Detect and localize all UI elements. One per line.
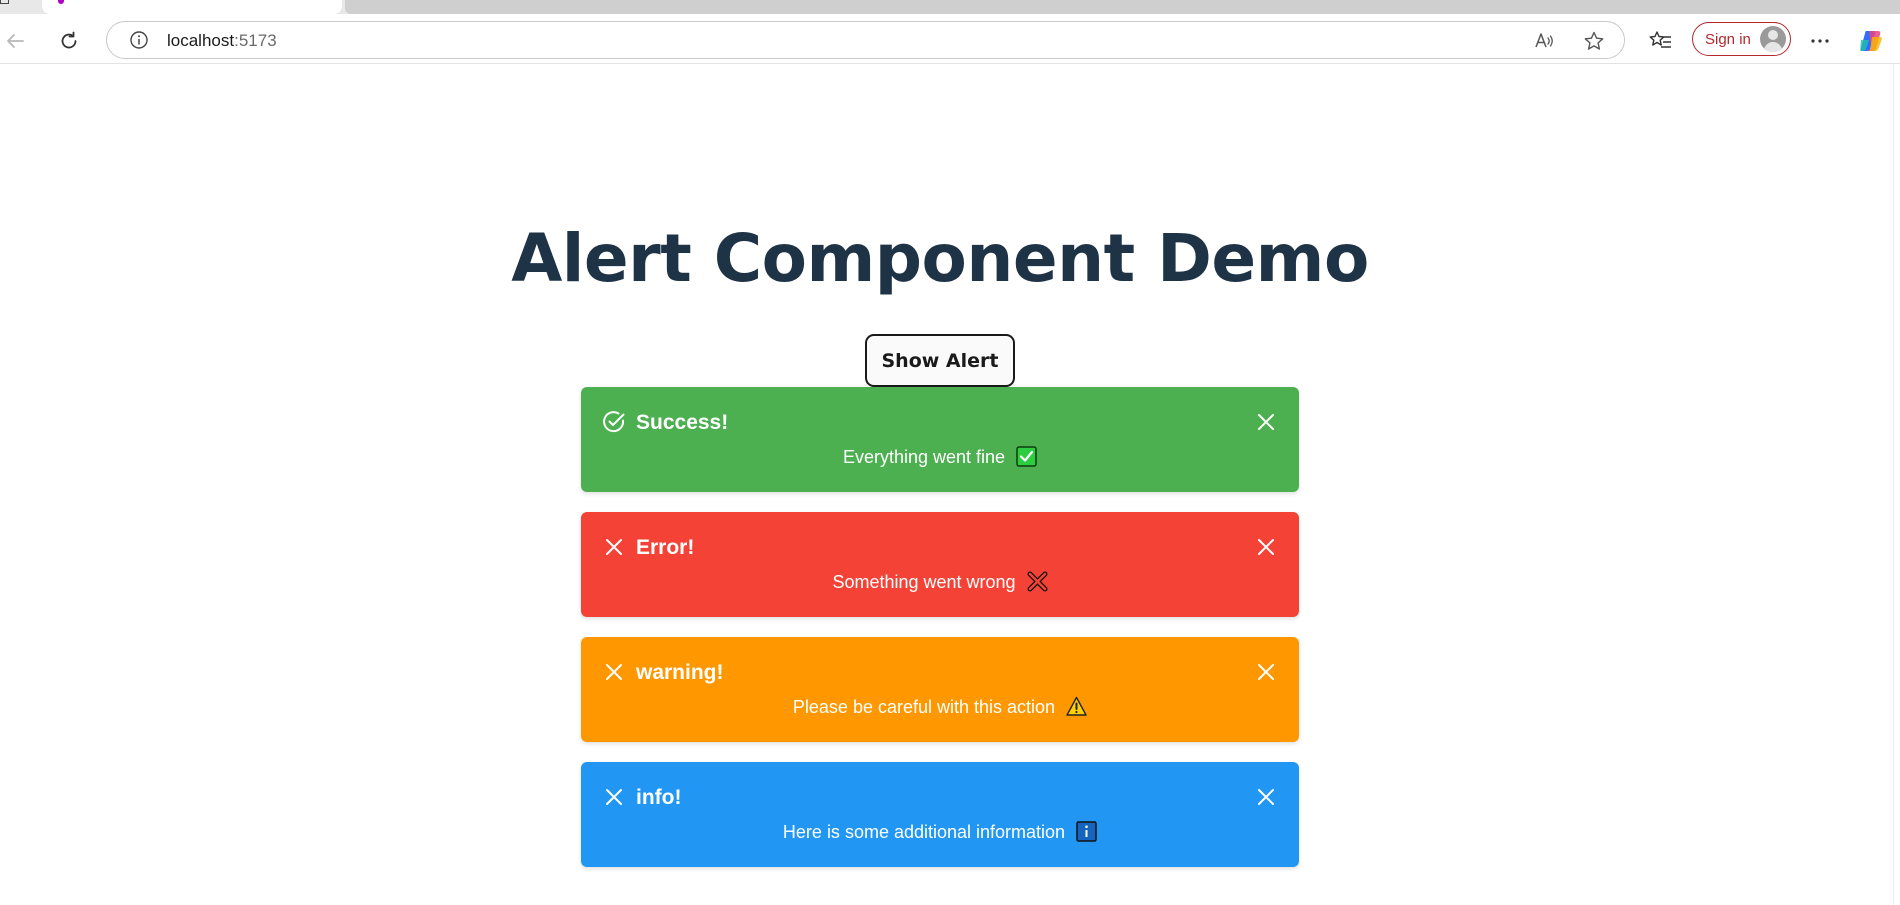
close-icon — [606, 789, 622, 805]
show-alert-button[interactable]: Show Alert — [865, 334, 1015, 387]
address-bar[interactable]: localhost:5173 — [106, 21, 1625, 59]
close-icon[interactable] — [1253, 534, 1279, 560]
read-aloud-button[interactable] — [1532, 29, 1556, 53]
sign-in-button[interactable]: Sign in — [1692, 22, 1791, 56]
alert-warning: warning! Please be careful with this act… — [581, 637, 1299, 742]
tab-inactive[interactable] — [345, 0, 1900, 14]
tab-strip — [0, 0, 1900, 14]
url-text[interactable]: localhost:5173 — [167, 31, 277, 51]
alert-title: Error! — [636, 536, 695, 559]
reload-icon — [61, 31, 77, 49]
alert-message: Here is some additional information — [782, 822, 1066, 842]
read-aloud-icon — [1535, 33, 1553, 48]
tab-actions-icon[interactable] — [0, 0, 9, 4]
alert-title: warning! — [636, 661, 724, 684]
close-icon — [606, 539, 622, 555]
close-icon[interactable] — [1253, 409, 1279, 435]
page-title: Alert Component Demo — [511, 220, 1369, 297]
alert-message: Something went wrong — [832, 572, 1016, 592]
alert-message-row: Everything went fine — [581, 446, 1299, 468]
star-icon — [1584, 31, 1604, 50]
tab-active[interactable] — [42, 0, 342, 14]
alert-success: Success! Everything went fine — [581, 387, 1299, 492]
alert-error: Error! Something went wrong — [581, 512, 1299, 617]
alert-title: Success! — [636, 411, 729, 434]
copilot-button[interactable] — [1856, 26, 1886, 56]
back-button[interactable] — [0, 26, 30, 56]
close-icon — [606, 664, 622, 680]
close-icon[interactable] — [1253, 659, 1279, 685]
cross-mark-emoji — [1027, 571, 1048, 592]
favorites-button[interactable] — [1646, 26, 1676, 56]
site-info-icon[interactable] — [129, 30, 149, 50]
back-arrow-icon — [7, 34, 24, 48]
alert-title: info! — [636, 786, 682, 809]
close-icon[interactable] — [1253, 784, 1279, 810]
more-dots-icon — [1811, 39, 1829, 43]
settings-more-button[interactable] — [1805, 26, 1835, 56]
information-emoji — [1076, 821, 1097, 842]
favorites-list-icon — [1649, 31, 1671, 48]
copilot-icon — [1860, 31, 1882, 51]
url-host: localhost — [167, 31, 235, 50]
check-mark-button-emoji — [1016, 446, 1037, 467]
alert-info: info! Here is some additional informatio… — [581, 762, 1299, 867]
alert-message-row: Please be careful with this action — [581, 696, 1299, 718]
alert-message-row: Here is some additional information — [581, 821, 1299, 843]
reload-button[interactable] — [54, 26, 84, 56]
warning-emoji — [1066, 696, 1087, 716]
favorite-star-button[interactable] — [1582, 29, 1606, 53]
check-circle-icon — [603, 411, 625, 433]
sign-in-label: Sign in — [1705, 31, 1751, 48]
browser-toolbar: localhost:5173 Sign in — [0, 14, 1900, 64]
url-port: :5173 — [234, 31, 277, 50]
profile-avatar-icon — [1760, 26, 1786, 52]
alert-message: Everything went fine — [842, 447, 1006, 467]
alert-message-row: Something went wrong — [581, 571, 1299, 593]
alert-message: Please be careful with this action — [792, 697, 1056, 717]
vertical-scrollbar[interactable] — [1893, 64, 1900, 905]
